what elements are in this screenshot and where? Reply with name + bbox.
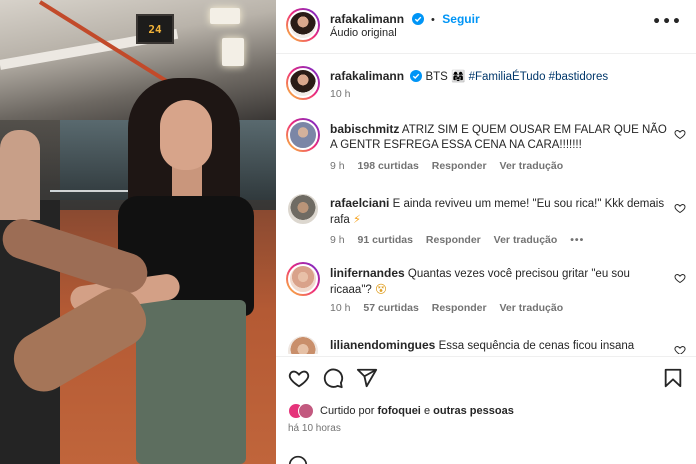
comment-username[interactable]: linifernandes: [330, 266, 405, 280]
commenter-avatar[interactable]: [286, 262, 320, 296]
comment-item: rafaelciani E ainda reviveu um meme! "Eu…: [286, 190, 686, 254]
liked-by-user[interactable]: fofoquei: [377, 405, 420, 417]
verified-badge-icon: [410, 70, 423, 82]
post-time: há 10 horas: [288, 423, 341, 434]
liked-by-prefix: Curtido por: [320, 405, 375, 417]
post-panel: rafakalimann • Seguir Áudio original •••…: [276, 0, 696, 464]
heart-icon[interactable]: [674, 272, 686, 284]
video-scoreboard: 24: [136, 14, 174, 44]
liked-by-others[interactable]: outras pessoas: [433, 405, 514, 417]
reply-button[interactable]: Responder: [432, 160, 487, 172]
comment-meta: 9 h 198 curtidas Responder Ver tradução: [330, 160, 573, 172]
comment-emoji: 😵: [375, 282, 388, 296]
heart-icon[interactable]: [288, 367, 310, 389]
video-actress-skirt: [136, 300, 246, 464]
comment-likes[interactable]: 198 curtidas: [358, 160, 419, 172]
post-video[interactable]: 24: [0, 0, 276, 464]
liked-by: Curtido por fofoquei e outras pessoas: [288, 403, 514, 419]
comment-username[interactable]: lilianendomingues: [330, 338, 435, 352]
reply-button[interactable]: Responder: [426, 234, 481, 246]
emoji-icon[interactable]: [288, 455, 308, 464]
comment-item: linifernandes Quantas vezes você preciso…: [286, 260, 686, 324]
comment-more-icon[interactable]: •••: [570, 234, 584, 246]
translate-button[interactable]: Ver tradução: [494, 234, 558, 246]
heart-icon[interactable]: [674, 202, 686, 214]
post-caption: rafakalimann BTS 👩‍👩‍👧 #FamiliaÉTudo #ba…: [286, 64, 686, 104]
commenter-avatar[interactable]: [286, 334, 320, 354]
comment-likes[interactable]: 91 curtidas: [358, 234, 413, 246]
caption-hashtags[interactable]: #FamiliaÉTudo #bastidores: [469, 71, 609, 83]
translate-button[interactable]: Ver tradução: [500, 302, 564, 314]
caption-username[interactable]: rafakalimann: [330, 69, 404, 83]
comment-item: babischmitz ATRIZ SIM E QUEM OUSAR EM FA…: [286, 116, 686, 180]
comments-list[interactable]: rafakalimann BTS 👩‍👩‍👧 #FamiliaÉTudo #ba…: [276, 54, 696, 354]
caption-emoji: 👩‍👩‍👧: [451, 69, 466, 83]
post-actions: Curtido por fofoquei e outras pessoas há…: [276, 356, 696, 464]
caption-avatar[interactable]: [286, 66, 320, 100]
video-background-face: [0, 130, 40, 220]
caption-time: 10 h: [330, 88, 351, 100]
verified-badge-icon: [411, 13, 424, 25]
video-lamp: [210, 8, 240, 24]
video-lamp: [222, 38, 244, 66]
caption-text: BTS: [425, 71, 448, 83]
heart-icon[interactable]: [674, 344, 686, 354]
liked-by-conj: e: [423, 405, 431, 417]
audio-label[interactable]: Áudio original: [330, 27, 397, 39]
comment-time: 9 h: [330, 160, 345, 172]
bookmark-icon[interactable]: [662, 367, 684, 389]
comment-meta: 9 h 91 curtidas Responder Ver tradução •…: [330, 234, 594, 246]
comment-username[interactable]: rafaelciani: [330, 196, 389, 210]
comment-likes[interactable]: 57 curtidas: [363, 302, 418, 314]
comment-text: Essa sequência de cenas ficou insana: [438, 340, 635, 352]
liked-avatar[interactable]: [298, 403, 314, 419]
follow-button[interactable]: Seguir: [442, 12, 479, 26]
author-avatar[interactable]: [286, 8, 320, 42]
heart-icon[interactable]: [674, 128, 686, 140]
commenter-avatar[interactable]: [286, 192, 320, 226]
comment-icon[interactable]: [322, 367, 344, 389]
video-actress-face: [160, 100, 212, 170]
comment-username[interactable]: babischmitz: [330, 122, 399, 136]
commenter-avatar[interactable]: [286, 118, 320, 152]
header-separator: •: [430, 14, 435, 26]
more-options-icon[interactable]: •••: [652, 14, 682, 30]
comment-item: lilianendomingues Essa sequência de cena…: [286, 332, 686, 354]
author-username[interactable]: rafakalimann: [330, 12, 404, 26]
comment-meta: 10 h 57 curtidas Responder Ver tradução: [330, 302, 573, 314]
reply-button[interactable]: Responder: [432, 302, 487, 314]
post-header: rafakalimann • Seguir Áudio original •••: [276, 0, 696, 54]
send-icon[interactable]: [356, 367, 378, 389]
comment-time: 9 h: [330, 234, 345, 246]
comment-time: 10 h: [330, 302, 351, 314]
translate-button[interactable]: Ver tradução: [500, 160, 564, 172]
comment-emoji: ⚡: [353, 212, 362, 226]
